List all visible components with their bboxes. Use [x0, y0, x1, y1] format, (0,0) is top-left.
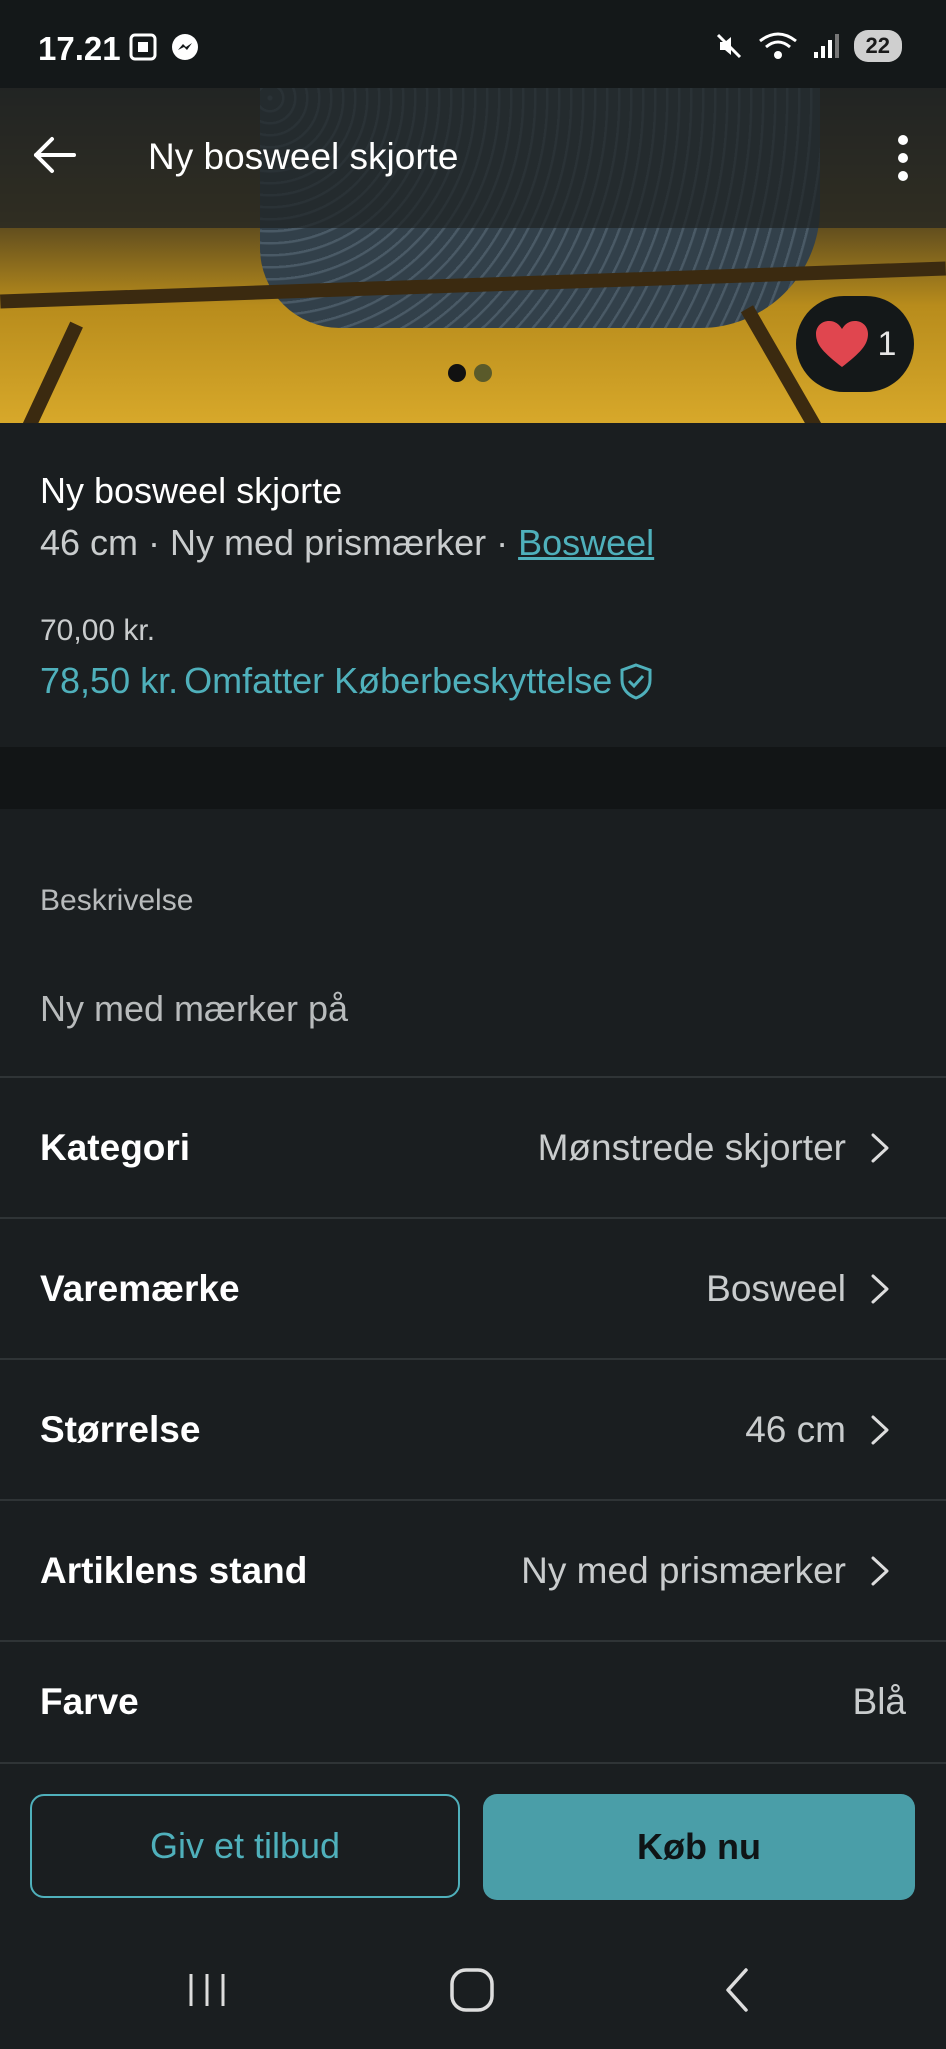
detail-row-condition[interactable]: Artiklens stand Ny med prismærker	[0, 1499, 946, 1641]
detail-row-color: Farve Blå	[0, 1640, 946, 1762]
detail-label: Varemærke	[40, 1268, 240, 1309]
recent-apps-icon[interactable]	[177, 1960, 237, 2020]
system-back-icon[interactable]	[708, 1960, 768, 2020]
messenger-icon	[172, 34, 198, 60]
back-arrow-icon[interactable]	[30, 130, 80, 180]
screenshot-icon	[129, 33, 157, 61]
favorite-count: 1	[877, 324, 897, 363]
carousel-dot-active[interactable]	[448, 364, 466, 382]
item-title: Ny bosweel skjorte	[40, 470, 343, 511]
chevron-right-icon	[871, 1415, 889, 1445]
page-title: Ny bosweel skjorte	[148, 136, 459, 177]
separator: ·	[138, 522, 171, 563]
status-bar: 17.21 22	[0, 0, 946, 88]
detail-row-brand[interactable]: Varemærke Bosweel	[0, 1217, 946, 1359]
status-right-icons: 22	[714, 30, 902, 62]
item-price: 70,00 kr.	[40, 614, 156, 647]
detail-label: Farve	[40, 1681, 139, 1722]
item-size: 46 cm	[40, 522, 139, 563]
status-left-icons	[128, 32, 200, 62]
description-section	[0, 809, 946, 1077]
total-price-row[interactable]: 78,50 kr. Omfatter Køberbeskyttelse	[40, 660, 654, 702]
chevron-right-icon	[871, 1556, 889, 1586]
item-subtitle: 46 cm · Ny med prismærker · Bosweel	[40, 522, 654, 564]
mute-icon	[716, 33, 741, 59]
heart-icon	[815, 321, 868, 367]
detail-value: 46 cm	[745, 1409, 846, 1450]
separator: ·	[486, 522, 519, 563]
make-offer-button[interactable]: Giv et tilbud	[30, 1794, 460, 1898]
description-label: Beskrivelse	[40, 884, 194, 917]
detail-label: Artiklens stand	[40, 1550, 308, 1591]
detail-value: Blå	[852, 1681, 906, 1722]
status-time: 17.21	[38, 30, 121, 67]
detail-row-category[interactable]: Kategori Mønstrede skjorter	[0, 1076, 946, 1218]
favorite-button[interactable]: 1	[796, 296, 914, 392]
detail-label: Størrelse	[40, 1409, 201, 1450]
detail-value: Mønstrede skjorter	[537, 1127, 846, 1168]
carousel-indicator	[448, 364, 492, 382]
buy-now-button[interactable]: Køb nu	[483, 1794, 915, 1900]
item-condition: Ny med prismærker	[170, 522, 487, 563]
home-icon[interactable]	[442, 1960, 502, 2020]
detail-value: Bosweel	[706, 1268, 846, 1309]
detail-label: Kategori	[40, 1127, 191, 1168]
brand-link[interactable]: Bosweel	[518, 522, 654, 563]
battery-indicator: 22	[853, 30, 902, 62]
detail-value: Ny med prismærker	[521, 1550, 846, 1591]
total-price: 78,50 kr.	[40, 660, 179, 701]
carousel-dot[interactable]	[474, 364, 492, 382]
description-text: Ny med mærker på	[40, 988, 349, 1029]
signal-icon	[813, 34, 839, 58]
chevron-right-icon	[871, 1133, 889, 1163]
section-divider	[0, 747, 946, 809]
shield-check-icon	[620, 663, 652, 700]
buyer-protection-label: Omfatter Køberbeskyttelse	[184, 660, 613, 701]
detail-row-size[interactable]: Størrelse 46 cm	[0, 1358, 946, 1500]
more-vertical-icon[interactable]	[888, 128, 918, 188]
chevron-right-icon	[871, 1274, 889, 1304]
wifi-icon	[758, 32, 797, 59]
top-app-bar	[0, 88, 946, 228]
